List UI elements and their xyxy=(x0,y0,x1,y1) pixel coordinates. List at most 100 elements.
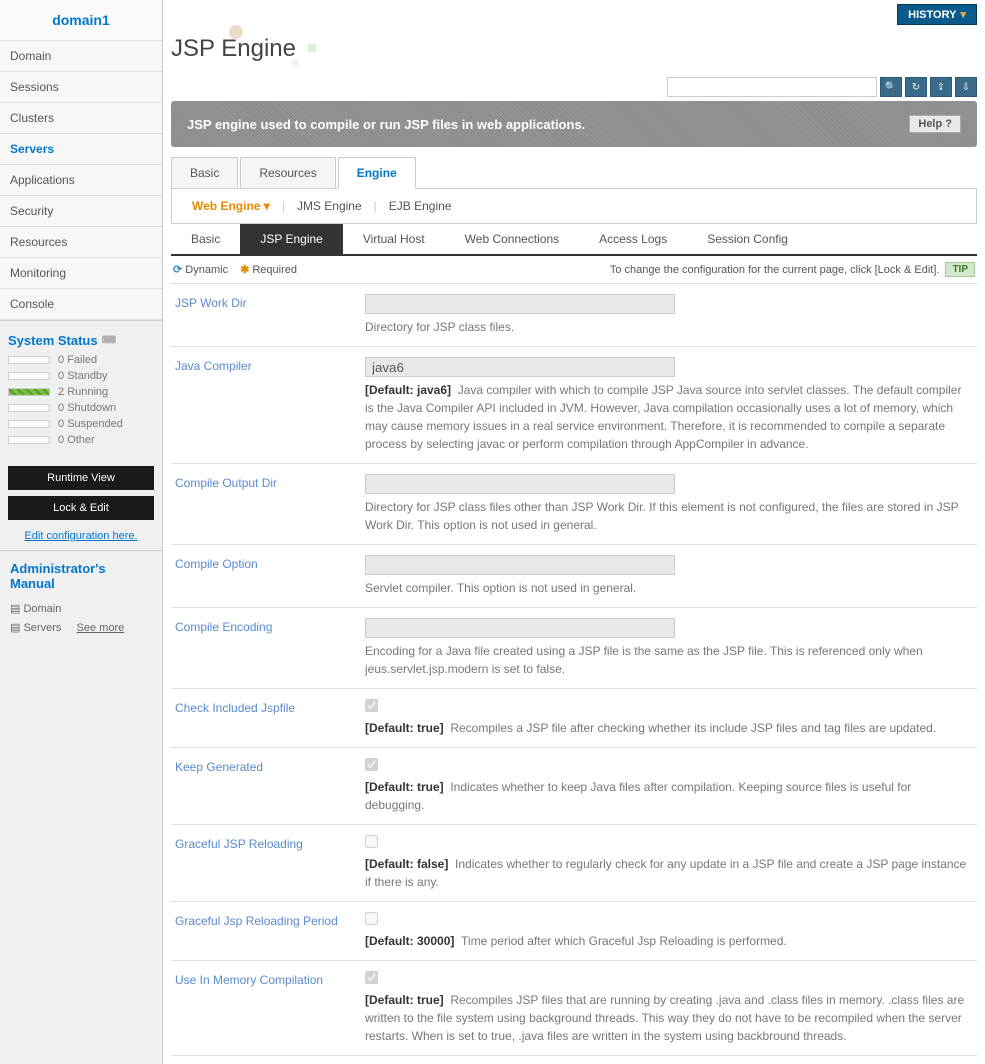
form-input[interactable] xyxy=(365,474,675,494)
decoration-circle xyxy=(291,59,299,67)
form-label[interactable]: Check Included Jspfile xyxy=(175,699,365,737)
required-legend: ✱ Required xyxy=(240,263,297,276)
form-input[interactable] xyxy=(365,618,675,638)
form-checkbox[interactable] xyxy=(365,912,378,925)
default-value-tag: [Default: true] xyxy=(365,993,444,1007)
form-row-compile-output-dir: Compile Output DirDirectory for JSP clas… xyxy=(171,464,977,545)
see-more-link[interactable]: See more xyxy=(77,622,125,634)
decoration-circle xyxy=(229,25,243,39)
engine-tab-jms-engine[interactable]: JMS Engine xyxy=(289,199,370,213)
chevron-down-icon: ▾ xyxy=(960,8,966,21)
dynamic-icon: ⟳ xyxy=(173,264,182,276)
sidebar-item-clusters[interactable]: Clusters xyxy=(0,103,162,134)
form-label[interactable]: Compile Option xyxy=(175,555,365,597)
engine-tabs: Web Engine ▾|JMS Engine|EJB Engine xyxy=(171,189,977,224)
form-description: Directory for JSP class files. xyxy=(365,318,973,336)
sidebar-item-resources[interactable]: Resources xyxy=(0,227,162,258)
tip-badge[interactable]: TIP xyxy=(945,262,975,277)
tab-resources[interactable]: Resources xyxy=(240,157,335,188)
export-icon[interactable]: ⇪ xyxy=(930,77,952,97)
form-input[interactable] xyxy=(365,357,675,377)
sidebar-item-console[interactable]: Console xyxy=(0,289,162,320)
search-icon[interactable]: 🔍 xyxy=(880,77,902,97)
form-checkbox[interactable] xyxy=(365,699,378,712)
sidebar-item-applications[interactable]: Applications xyxy=(0,165,162,196)
form-value: [Default: true] Recompiles a JSP file af… xyxy=(365,699,973,737)
lock-edit-button[interactable]: Lock & Edit xyxy=(8,496,154,520)
config-form: JSP Work DirDirectory for JSP class file… xyxy=(171,284,977,1056)
engine-tab-ejb-engine[interactable]: EJB Engine xyxy=(381,199,460,213)
form-value: [Default: false] Indicates whether to re… xyxy=(365,835,973,891)
webengine-tab-jsp-engine[interactable]: JSP Engine xyxy=(240,224,343,254)
form-label[interactable]: JSP Work Dir xyxy=(175,294,365,336)
form-label[interactable]: Graceful Jsp Reloading Period xyxy=(175,912,365,950)
engine-tab-web-engine[interactable]: Web Engine ▾ xyxy=(184,199,278,213)
history-button[interactable]: HISTORY ▾ xyxy=(897,4,977,25)
form-description: [Default: false] Indicates whether to re… xyxy=(365,855,973,891)
status-label: Other xyxy=(67,434,95,446)
status-count: 0 xyxy=(58,418,64,430)
admin-manual-panel: Administrator's Manual ▤ Domain▤ Servers… xyxy=(0,550,162,647)
status-bar-icon xyxy=(8,372,50,380)
webengine-tab-access-logs[interactable]: Access Logs xyxy=(579,224,687,254)
form-label[interactable]: Java Compiler xyxy=(175,357,365,453)
domain-header[interactable]: domain1 xyxy=(0,0,162,41)
form-value: Encoding for a Java file created using a… xyxy=(365,618,973,678)
form-value: [Default: java6] Java compiler with whic… xyxy=(365,357,973,453)
status-count: 2 xyxy=(58,386,64,398)
import-icon[interactable]: ⇩ xyxy=(955,77,977,97)
webengine-tabs: BasicJSP EngineVirtual HostWeb Connectio… xyxy=(171,224,977,256)
manual-item-servers[interactable]: ▤ Servers See more xyxy=(10,618,152,637)
webengine-tab-session-config[interactable]: Session Config xyxy=(687,224,808,254)
form-label[interactable]: Compile Encoding xyxy=(175,618,365,678)
form-checkbox[interactable] xyxy=(365,835,378,848)
form-label[interactable]: Use In Memory Compilation xyxy=(175,971,365,1045)
status-row-standby: 0 Standby xyxy=(8,368,154,384)
webengine-tab-basic[interactable]: Basic xyxy=(171,224,240,254)
form-description: [Default: true] Recompiles JSP files tha… xyxy=(365,991,973,1045)
webengine-tab-web-connections[interactable]: Web Connections xyxy=(445,224,580,254)
status-bar-icon xyxy=(8,388,50,396)
tab-basic[interactable]: Basic xyxy=(171,157,238,188)
form-row-check-included-jspfile: Check Included Jspfile[Default: true] Re… xyxy=(171,689,977,748)
status-row-running: 2 Running xyxy=(8,384,154,400)
form-label[interactable]: Graceful JSP Reloading xyxy=(175,835,365,891)
system-status-header[interactable]: System Status ⌨ xyxy=(8,329,154,352)
form-description: [Default: java6] Java compiler with whic… xyxy=(365,381,973,453)
default-value-tag: [Default: true] xyxy=(365,780,444,794)
runtime-view-button[interactable]: Runtime View xyxy=(8,466,154,490)
form-checkbox[interactable] xyxy=(365,971,378,984)
help-button[interactable]: Help ? xyxy=(909,115,961,133)
sidebar-item-servers[interactable]: Servers xyxy=(0,134,162,165)
form-value: [Default: 30000] Time period after which… xyxy=(365,912,973,950)
form-row-java-compiler: Java Compiler[Default: java6] Java compi… xyxy=(171,347,977,464)
manual-item-domain[interactable]: ▤ Domain xyxy=(10,599,152,618)
form-input[interactable] xyxy=(365,294,675,314)
form-label[interactable]: Keep Generated xyxy=(175,758,365,814)
form-input[interactable] xyxy=(365,555,675,575)
webengine-tab-virtual-host[interactable]: Virtual Host xyxy=(343,224,445,254)
tab-engine[interactable]: Engine xyxy=(338,157,416,189)
form-value: [Default: true] Indicates whether to kee… xyxy=(365,758,973,814)
description-bar: JSP engine used to compile or run JSP fi… xyxy=(171,101,977,147)
status-row-suspended: 0 Suspended xyxy=(8,416,154,432)
form-row-compile-encoding: Compile EncodingEncoding for a Java file… xyxy=(171,608,977,689)
edit-configuration-link[interactable]: Edit configuration here. xyxy=(0,526,162,546)
description-text: JSP engine used to compile or run JSP fi… xyxy=(187,117,585,132)
sidebar-item-domain[interactable]: Domain xyxy=(0,41,162,72)
status-count: 0 xyxy=(58,402,64,414)
search-input[interactable] xyxy=(667,77,877,97)
sidebar-item-monitoring[interactable]: Monitoring xyxy=(0,258,162,289)
help-label: Help xyxy=(918,118,942,130)
dynamic-legend: ⟳ Dynamic xyxy=(173,263,228,276)
legend-bar: ⟳ Dynamic ✱ Required To change the confi… xyxy=(171,256,977,284)
status-count: 0 xyxy=(58,434,64,446)
form-label[interactable]: Compile Output Dir xyxy=(175,474,365,534)
refresh-icon[interactable]: ↻ xyxy=(905,77,927,97)
primary-tabs: BasicResourcesEngine xyxy=(171,157,977,189)
sidebar-item-security[interactable]: Security xyxy=(0,196,162,227)
sidebar-item-sessions[interactable]: Sessions xyxy=(0,72,162,103)
form-row-use-in-memory-compilation: Use In Memory Compilation[Default: true]… xyxy=(171,961,977,1056)
status-bar-icon xyxy=(8,436,50,444)
form-checkbox[interactable] xyxy=(365,758,378,771)
